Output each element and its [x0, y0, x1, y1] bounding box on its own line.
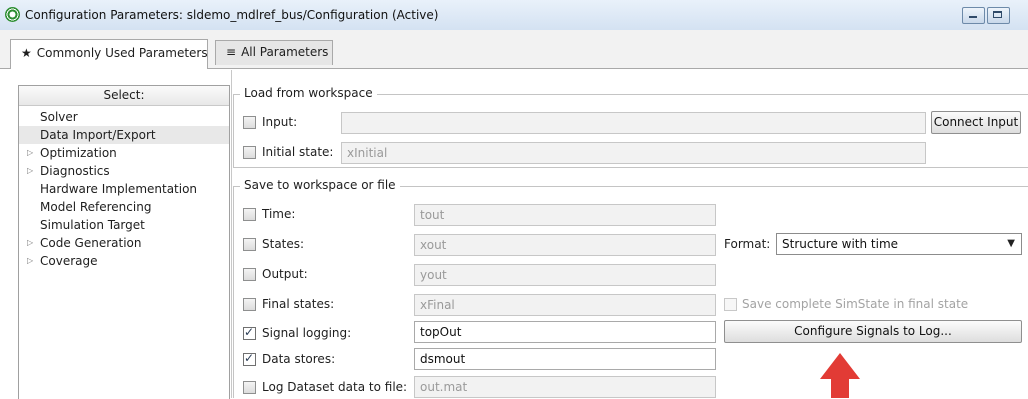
- tree-item-optimization[interactable]: ▷ Optimization: [19, 144, 229, 162]
- tree-item-label: Model Referencing: [40, 200, 152, 214]
- time-checkbox[interactable]: [243, 208, 256, 221]
- tree-item-model-referencing[interactable]: Model Referencing: [19, 198, 229, 216]
- tree-item-label: Simulation Target: [40, 218, 145, 232]
- save-simstate-label: Save complete SimState in final state: [742, 297, 969, 311]
- expand-triangle-icon[interactable]: ▷: [27, 162, 33, 180]
- tree-item-label: Diagnostics: [40, 164, 110, 178]
- annotation-arrow-shaft: [831, 378, 849, 398]
- input-label: Input:: [262, 115, 298, 129]
- tree-item-label: Coverage: [40, 254, 98, 268]
- maximize-button[interactable]: [987, 7, 1010, 24]
- window-title: Configuration Parameters: sldemo_mdlref_…: [25, 8, 439, 22]
- configure-signals-button[interactable]: Configure Signals to Log...: [724, 320, 1022, 343]
- tree-item-label: Solver: [40, 110, 78, 124]
- log-dataset-checkbox[interactable]: [243, 381, 256, 394]
- data-stores-checkbox[interactable]: [243, 351, 256, 366]
- output-checkbox[interactable]: [243, 268, 256, 281]
- tab-label: All Parameters: [241, 45, 329, 59]
- expand-triangle-icon[interactable]: ▷: [27, 234, 33, 252]
- tree-item-code-generation[interactable]: ▷ Code Generation: [19, 234, 229, 252]
- data-stores-field[interactable]: dsmout: [414, 348, 716, 370]
- tree-item-label: Hardware Implementation: [40, 182, 198, 196]
- tree-item-diagnostics[interactable]: ▷ Diagnostics: [19, 162, 229, 180]
- log-dataset-label: Log Dataset data to file:: [262, 380, 408, 394]
- format-value: Structure with time: [782, 237, 899, 251]
- initial-state-label: Initial state:: [262, 145, 334, 159]
- states-label: States:: [262, 237, 305, 251]
- data-stores-label: Data stores:: [262, 352, 336, 366]
- annotation-arrow-icon: [820, 353, 860, 379]
- tab-label: Commonly Used Parameters: [36, 46, 208, 60]
- expand-triangle-icon[interactable]: ▷: [27, 252, 33, 270]
- final-states-field[interactable]: xFinal: [414, 294, 716, 316]
- tab-commonly-used-parameters[interactable]: ★ Commonly Used Parameters: [10, 39, 208, 69]
- signal-logging-label: Signal logging:: [262, 326, 352, 340]
- tree-item-label: Optimization: [40, 146, 117, 160]
- star-icon: ★: [21, 46, 32, 60]
- time-label: Time:: [262, 207, 296, 221]
- signal-logging-checkbox[interactable]: [243, 325, 256, 340]
- load-group-title: Load from workspace: [240, 86, 377, 100]
- tree-item-hardware-implementation[interactable]: Hardware Implementation: [19, 180, 229, 198]
- minimize-button[interactable]: [962, 7, 985, 24]
- input-field[interactable]: [341, 112, 926, 134]
- minimize-icon: [969, 16, 977, 18]
- initial-state-field[interactable]: xInitial: [341, 142, 926, 164]
- output-field[interactable]: yout: [414, 264, 716, 286]
- panel-splitter[interactable]: [231, 70, 232, 398]
- simulink-gear-icon: [5, 7, 20, 22]
- select-header: Select:: [19, 86, 229, 106]
- tree-item-coverage[interactable]: ▷ Coverage: [19, 252, 229, 270]
- final-states-checkbox[interactable]: [243, 298, 256, 311]
- final-states-label: Final states:: [262, 297, 335, 311]
- group-border: [233, 94, 234, 167]
- tree-item-label: Code Generation: [40, 236, 142, 250]
- tab-all-parameters[interactable]: ≡ All Parameters: [215, 40, 333, 65]
- states-checkbox[interactable]: [243, 238, 256, 251]
- connect-input-button[interactable]: Connect Input: [931, 111, 1021, 134]
- maximize-icon: [993, 11, 1002, 18]
- dropdown-arrow-icon: ▼: [1007, 238, 1015, 249]
- expand-triangle-icon[interactable]: ▷: [27, 144, 33, 162]
- group-border: [233, 167, 1028, 168]
- output-label: Output:: [262, 267, 308, 281]
- initial-state-checkbox[interactable]: [243, 146, 256, 159]
- save-simstate-checkbox[interactable]: [724, 298, 737, 311]
- signal-logging-field[interactable]: topOut: [414, 321, 716, 343]
- format-dropdown[interactable]: Structure with time ▼: [776, 233, 1022, 255]
- tree-item-data-import-export[interactable]: Data Import/Export: [19, 126, 229, 144]
- tree-item-solver[interactable]: Solver: [19, 108, 229, 126]
- tree-item-label: Data Import/Export: [40, 128, 156, 142]
- log-dataset-field[interactable]: out.mat: [414, 376, 716, 398]
- tree-item-simulation-target[interactable]: Simulation Target: [19, 216, 229, 234]
- time-field[interactable]: tout: [414, 204, 716, 226]
- format-label: Format:: [724, 237, 771, 251]
- save-group-title: Save to workspace or file: [240, 178, 400, 192]
- states-field[interactable]: xout: [414, 234, 716, 256]
- list-icon: ≡: [226, 45, 237, 59]
- input-checkbox[interactable]: [243, 116, 256, 129]
- group-border: [233, 186, 234, 398]
- select-panel: Select: Solver Data Import/Export ▷ Optim…: [18, 85, 230, 399]
